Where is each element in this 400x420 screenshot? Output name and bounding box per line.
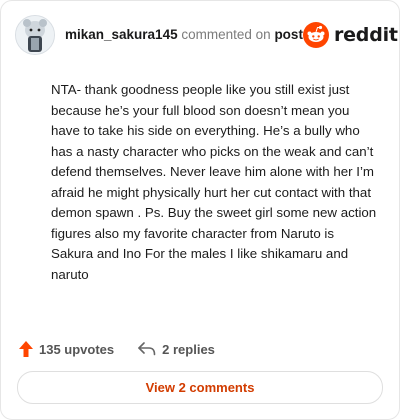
reply-arrow-icon: [138, 342, 156, 356]
reddit-logo-icon: [302, 22, 329, 48]
commented-on-text: commented on: [181, 27, 271, 42]
upvote-count: 135 upvotes: [39, 341, 115, 357]
comment-card: mikan_sakura145 commented on post reddit…: [0, 0, 400, 420]
comment-actions: 135 upvotes 2 replies: [19, 339, 381, 359]
upvote-arrow-icon: [19, 341, 33, 357]
comment-body: NTA- thank goodness people like you stil…: [51, 82, 377, 282]
comment-header: mikan_sakura145 commented on post reddit: [15, 15, 398, 55]
reddit-wordmark: reddit: [333, 24, 398, 46]
view-comments-button[interactable]: View 2 comments: [17, 371, 383, 404]
username-link[interactable]: mikan_sakura145: [65, 27, 178, 42]
avatar[interactable]: [15, 15, 55, 55]
post-link[interactable]: post: [274, 27, 303, 42]
reddit-logo[interactable]: reddit: [302, 22, 398, 48]
reply-count: 2 replies: [162, 341, 215, 357]
avatar-icon: [16, 16, 54, 54]
upvote-button[interactable]: 135 upvotes: [19, 341, 114, 357]
comment-meta: mikan_sakura145 commented on post: [65, 26, 303, 44]
replies-button[interactable]: 2 replies: [138, 342, 215, 357]
